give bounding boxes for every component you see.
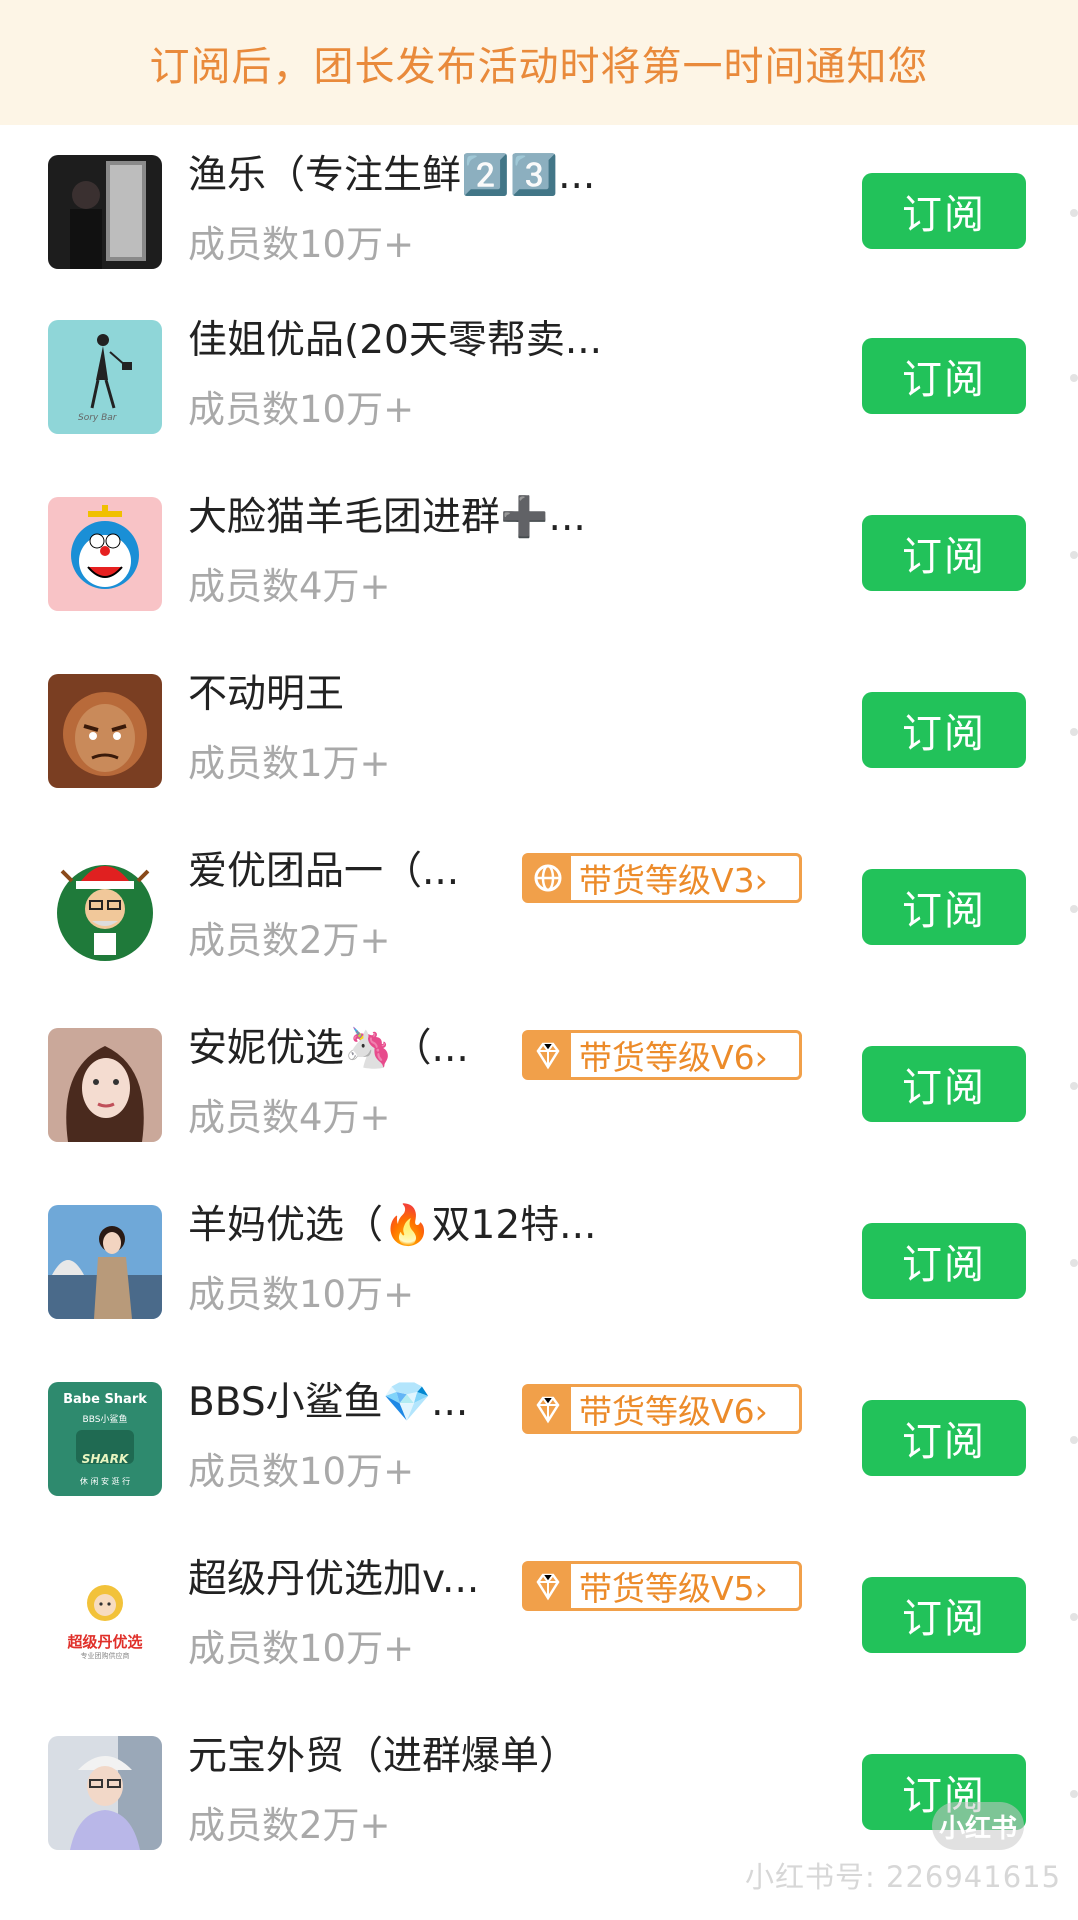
globe-icon [525,856,571,900]
member-count: 成员数2万+ [188,1804,391,1847]
avatar: Sory Bar [48,320,162,434]
avatar-title: 超级丹优选 [67,1633,143,1651]
edge-indicator [1070,1613,1078,1621]
subscribe-notice-banner: 订阅后，团长发布活动时将第一时间通知您 [0,0,1078,125]
diamond-icon [525,1564,571,1608]
member-count: 成员数4万+ [188,1096,391,1139]
member-count: 成员数1万+ [188,742,391,785]
avatar [48,1736,162,1850]
avatar [48,1028,162,1142]
avatar [48,155,162,269]
edge-indicator [1070,1436,1078,1444]
badge-label: 带货等级V6› [579,1038,768,1077]
list-item[interactable]: Babe Shark BBS小鲨鱼 SHARK 休 闲 安 逛 行 BBS小鲨鱼… [0,1364,1078,1541]
avatar [48,1205,162,1319]
member-count: 成员数2万+ [188,919,391,962]
group-name: 超级丹优选加v... [188,1557,480,1602]
group-name: 元宝外贸（进群爆单） [188,1734,579,1779]
avatar-subtitle: 专业团购供应商 [80,1652,130,1660]
avatar-subtitle: BBS小鲨鱼 [82,1415,128,1425]
subscribe-button[interactable]: 订阅 [862,338,1026,414]
banner-text: 订阅后，团长发布活动时将第一时间通知您 [149,43,929,90]
group-name: 羊妈优选（🔥双12特... [188,1203,597,1248]
avatar [48,674,162,788]
subscribe-button[interactable]: 订阅 [862,869,1026,945]
edge-indicator [1070,905,1078,913]
badge-label: 带货等级V5› [579,1569,768,1608]
list-item[interactable]: Sory Bar 佳姐优品(20天零帮卖... 成员数10万+ 订阅 [0,302,1078,479]
edge-indicator [1070,1790,1078,1798]
member-count: 成员数10万+ [188,1273,415,1316]
sales-level-badge[interactable]: 带货等级V3› [522,853,802,903]
member-count: 成员数10万+ [188,223,415,266]
list-item[interactable]: 爱优团品一（... 带货等级V3› 成员数2万+ 订阅 [0,833,1078,1010]
group-name: 爱优团品一（... [188,849,460,894]
edge-indicator [1070,1082,1078,1090]
member-count: 成员数10万+ [188,1627,415,1670]
list-item[interactable]: 不动明王 成员数1万+ 订阅 [0,656,1078,833]
group-name: BBS小鲨鱼💎... [188,1380,469,1425]
badge-label: 带货等级V3› [579,861,768,900]
group-name: 安妮优选🦄（... [188,1026,469,1071]
avatar-logo-text: SHARK [81,1452,129,1466]
member-count: 成员数10万+ [188,1450,415,1493]
watermark-text: 小红书号: 226941615 [745,1860,1062,1894]
badge-label: 带货等级V6› [579,1392,768,1431]
diamond-icon [525,1033,571,1077]
edge-indicator [1070,1259,1078,1267]
list-item[interactable]: 安妮优选🦄（... 带货等级V6› 成员数4万+ 订阅 [0,1010,1078,1187]
subscribe-button[interactable]: 订阅 [862,1223,1026,1299]
subscribe-button[interactable]: 订阅 [862,173,1026,249]
member-count: 成员数4万+ [188,565,391,608]
group-name: 不动明王 [188,672,345,717]
sales-level-badge[interactable]: 带货等级V6› [522,1030,802,1080]
diamond-icon [525,1387,571,1431]
edge-indicator [1070,551,1078,559]
group-name: 渔乐（专注生鲜2️⃣3️⃣... [188,153,596,198]
group-list: 渔乐（专注生鲜2️⃣3️⃣... 成员数10万+ 订阅 Sory Bar 佳姐优… [0,125,1078,1895]
subscribe-button[interactable]: 订阅 [862,515,1026,591]
edge-indicator [1070,728,1078,736]
subscribe-button[interactable]: 订阅 [862,1400,1026,1476]
avatar-title: Babe Shark [63,1392,147,1407]
avatar: 超级丹优选 专业团购供应商 [48,1559,162,1673]
list-item[interactable]: 羊妈优选（🔥双12特... 成员数10万+ 订阅 [0,1187,1078,1364]
subscribe-button[interactable]: 订阅 [862,1046,1026,1122]
member-count: 成员数10万+ [188,388,415,431]
edge-indicator [1070,209,1078,217]
subscribe-button[interactable]: 订阅 [862,692,1026,768]
group-name: 佳姐优品(20天零帮卖... [188,318,603,363]
list-item[interactable]: 大脸猫羊毛团进群➕... 成员数4万+ 订阅 [0,479,1078,656]
list-item[interactable]: 渔乐（专注生鲜2️⃣3️⃣... 成员数10万+ 订阅 [0,125,1078,302]
edge-indicator [1070,374,1078,382]
group-name: 大脸猫羊毛团进群➕... [188,495,586,540]
svg-text:Sory Bar: Sory Bar [78,413,118,423]
avatar: Babe Shark BBS小鲨鱼 SHARK 休 闲 安 逛 行 [48,1382,162,1496]
avatar [48,497,162,611]
watermark-logo: 小红书 [932,1802,1024,1850]
subscribe-button[interactable]: 订阅 [862,1577,1026,1653]
list-item[interactable]: 超级丹优选 专业团购供应商 超级丹优选加v... 带货等级V5› 成员数10万+… [0,1541,1078,1718]
sales-level-badge[interactable]: 带货等级V5› [522,1561,802,1611]
avatar [48,851,162,965]
sales-level-badge[interactable]: 带货等级V6› [522,1384,802,1434]
avatar-bottom-text: 休 闲 安 逛 行 [79,1477,131,1486]
